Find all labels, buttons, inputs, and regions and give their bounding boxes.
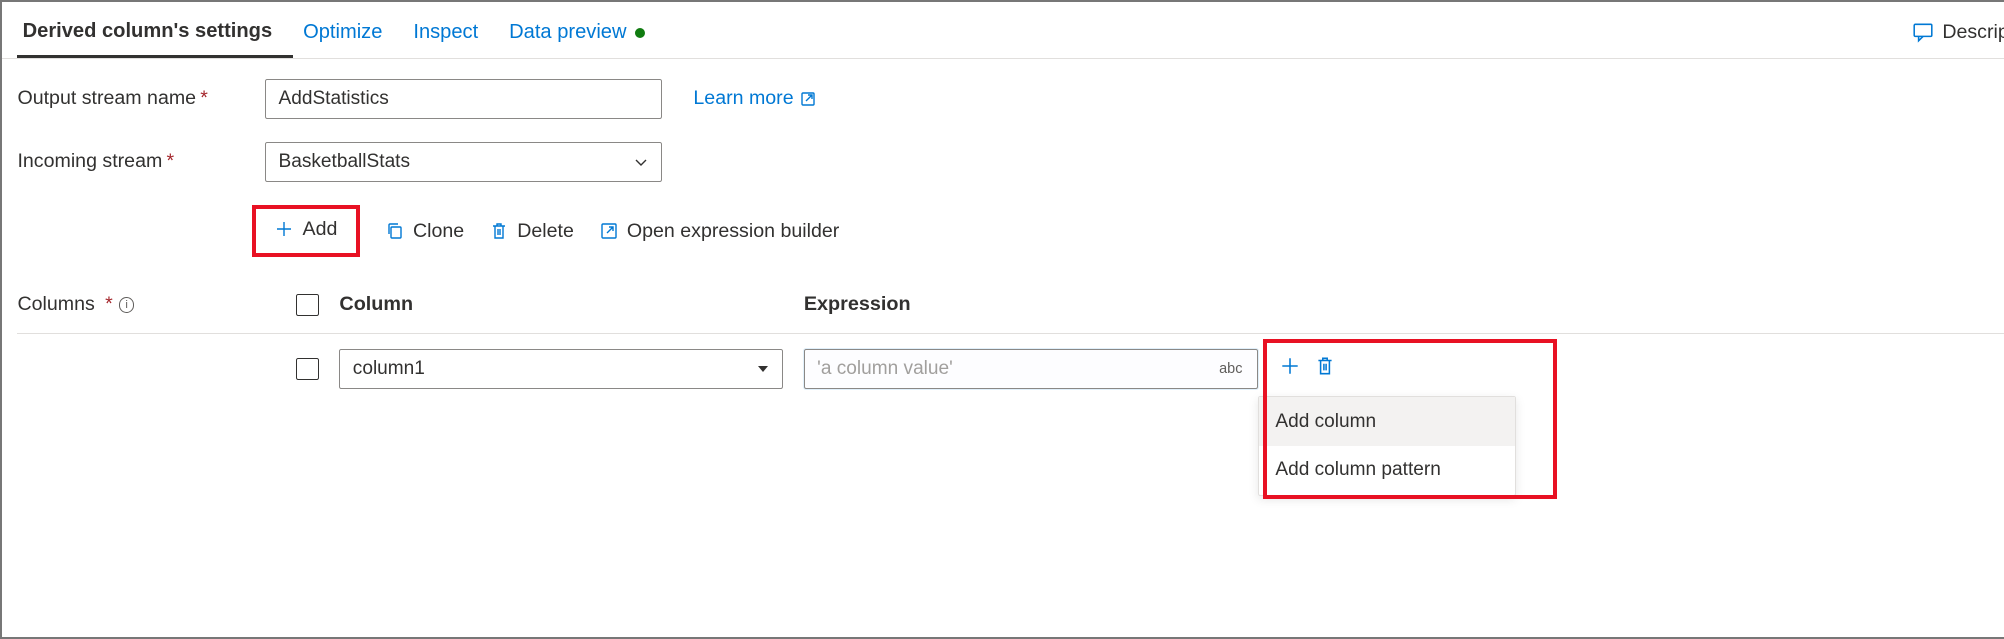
caret-down-icon	[756, 362, 770, 376]
menu-add-column-pattern[interactable]: Add column pattern	[1259, 446, 1515, 495]
delete-button[interactable]: Delete	[489, 220, 574, 243]
open-expression-builder-label: Open expression builder	[627, 220, 839, 243]
plus-icon	[274, 219, 294, 239]
column-header: Column	[339, 293, 803, 316]
open-icon	[599, 221, 619, 241]
output-stream-row: Output stream name* AddStatistics Learn …	[17, 79, 2004, 118]
comment-icon	[1912, 21, 1934, 43]
tab-optimize[interactable]: Optimize	[298, 8, 403, 57]
row-actions-wrap: Add column Add column pattern	[1258, 355, 1336, 383]
output-stream-label: Output stream name*	[17, 87, 265, 110]
tab-settings[interactable]: Derived column's settings	[17, 7, 292, 59]
menu-add-column[interactable]: Add column	[1259, 397, 1515, 446]
column-name-select[interactable]: column1	[339, 349, 783, 388]
status-dot-icon	[635, 28, 645, 38]
columns-header-row: Columns* i Column Expression	[17, 283, 2004, 334]
required-asterisk: *	[166, 150, 174, 172]
tab-inspect-label: Inspect	[413, 21, 478, 44]
tab-data-preview[interactable]: Data preview	[504, 8, 666, 57]
description-label: Description	[1942, 21, 2004, 44]
required-asterisk: *	[105, 293, 113, 316]
row-actions	[1279, 355, 1336, 377]
incoming-stream-label: Incoming stream*	[17, 150, 265, 173]
content-area: Output stream name* AddStatistics Learn …	[2, 59, 2004, 389]
incoming-stream-select[interactable]: BasketballStats	[265, 142, 662, 181]
clone-label: Clone	[413, 220, 464, 243]
tab-settings-label: Derived column's settings	[23, 20, 273, 43]
external-link-icon	[800, 91, 816, 107]
learn-more-link[interactable]: Learn more	[693, 87, 815, 110]
row-checkbox[interactable]	[296, 358, 319, 381]
tab-data-preview-label: Data preview	[509, 21, 626, 44]
expression-header: Expression	[804, 293, 911, 316]
chevron-down-icon	[633, 154, 649, 170]
clone-button[interactable]: Clone	[385, 220, 464, 243]
delete-label: Delete	[517, 220, 574, 243]
column-row: column1 'a column value' abc	[17, 334, 2004, 389]
info-icon[interactable]: i	[119, 297, 134, 312]
open-expression-builder-button[interactable]: Open expression builder	[599, 220, 840, 243]
columns-section: Columns* i Column Expression column1 'a …	[17, 283, 2004, 388]
description-button[interactable]: Description	[1912, 21, 2004, 44]
required-asterisk: *	[200, 87, 208, 109]
output-stream-value: AddStatistics	[279, 88, 389, 110]
columns-field-label: Columns* i	[17, 293, 296, 316]
incoming-stream-row: Incoming stream* BasketballStats	[17, 142, 2004, 181]
add-label: Add	[303, 218, 338, 241]
add-dropdown-menu: Add column Add column pattern	[1258, 396, 1516, 496]
expression-placeholder: 'a column value'	[817, 358, 953, 380]
output-stream-input[interactable]: AddStatistics	[265, 79, 662, 118]
tab-optimize-label: Optimize	[303, 21, 382, 44]
column-name-value: column1	[353, 358, 425, 380]
add-button[interactable]: Add	[274, 218, 337, 241]
trash-icon	[489, 221, 509, 241]
type-chip: abc	[1215, 360, 1247, 378]
tabs-bar: Derived column's settings Optimize Inspe…	[2, 2, 2004, 59]
learn-more-label: Learn more	[693, 87, 793, 110]
highlight-add-button: Add	[252, 205, 360, 257]
tab-inspect[interactable]: Inspect	[408, 8, 499, 57]
select-all-checkbox[interactable]	[296, 294, 319, 317]
row-add-button[interactable]	[1279, 355, 1301, 377]
expression-input[interactable]: 'a column value' abc	[804, 349, 1258, 388]
clone-icon	[385, 221, 405, 241]
incoming-stream-value: BasketballStats	[279, 151, 411, 173]
columns-toolbar: Add Clone Delete Open expression builder	[270, 205, 2004, 257]
row-delete-button[interactable]	[1314, 355, 1336, 377]
